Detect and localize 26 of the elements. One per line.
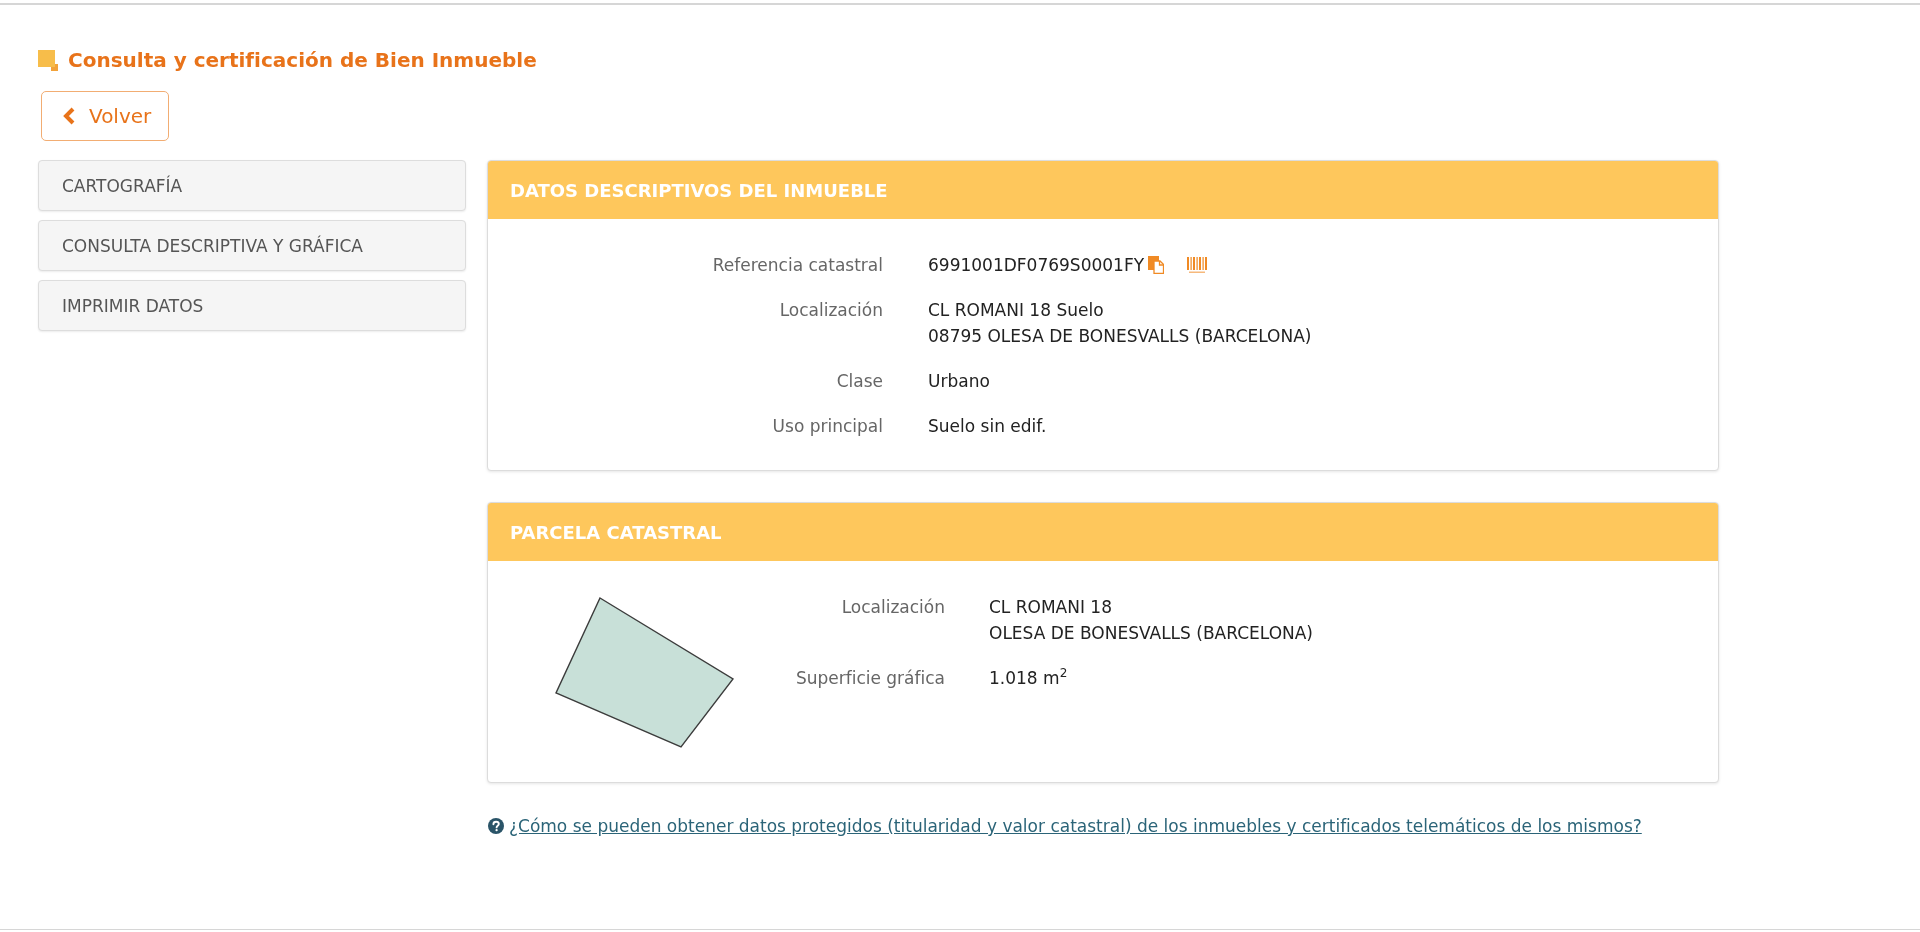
field-label: Referencia catastral <box>711 254 883 277</box>
page-title: Consulta y certificación de Bien Inmueble <box>68 48 537 72</box>
help-icon <box>488 818 504 834</box>
barcode-icon[interactable] <box>1187 257 1208 273</box>
field-value: OLESA DE BONESVALLS (BARCELONA) <box>989 622 1313 645</box>
chevron-left-icon <box>62 107 76 125</box>
copy-icon[interactable] <box>1148 256 1165 274</box>
field-label: Localización <box>778 299 883 322</box>
field-label: Localización <box>840 596 945 619</box>
sidebar-item[interactable]: CONSULTA DESCRIPTIVA Y GRÁFICA <box>38 220 466 271</box>
field-label: Superficie gráfica <box>794 667 945 690</box>
sidebar-item[interactable]: IMPRIMIR DATOS <box>38 280 466 331</box>
field-label: Uso principal <box>771 415 883 438</box>
help-link[interactable]: ¿Cómo se pueden obtener datos protegidos (titularidad y valor catastral) de los inmuebles y certificados telemáticos de los mismos? <box>509 814 1642 838</box>
panel-header: PARCELA CATASTRAL <box>488 503 1718 561</box>
field-value: CL ROMANI 18 <box>989 596 1113 619</box>
title-icon <box>38 49 58 71</box>
field-value: CL ROMANI 18 Suelo <box>928 299 1105 322</box>
field-value: Suelo sin edif. <box>928 415 1048 438</box>
field-value: Urbano <box>928 370 991 393</box>
panel-header: DATOS DESCRIPTIVOS DEL INMUEBLE <box>488 161 1718 219</box>
sidebar-item[interactable]: CARTOGRAFÍA <box>38 160 466 211</box>
field-label: Clase <box>835 370 883 393</box>
field-value: 1.018 m$^{2}$ <box>989 665 1069 690</box>
reference-value: 6991001DF0769S0001FY <box>928 254 1145 277</box>
field-value: 08795 OLESA DE BONESVALLS (BARCELONA) <box>928 325 1312 348</box>
